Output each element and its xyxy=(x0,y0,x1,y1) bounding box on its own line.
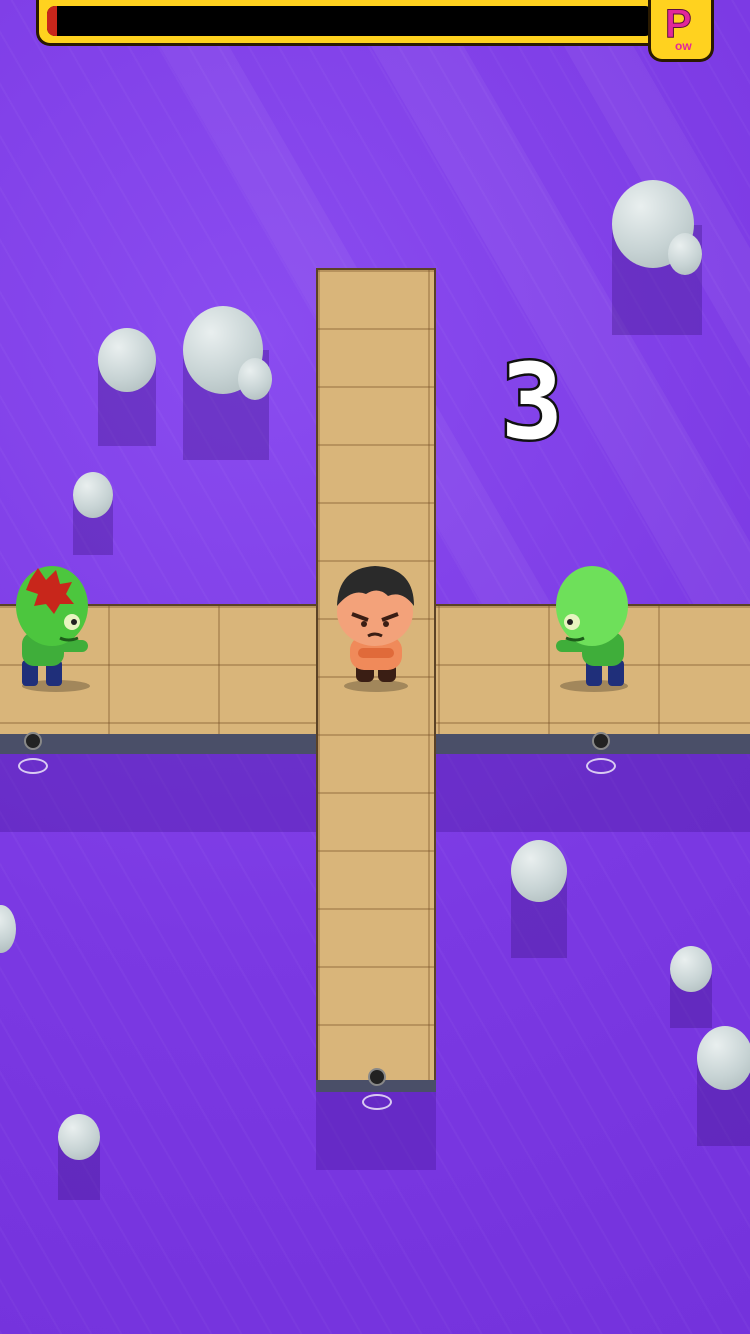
rock xyxy=(58,1114,100,1160)
player-character[interactable] xyxy=(328,562,422,694)
rock xyxy=(73,472,113,518)
pow-button[interactable]: P ow xyxy=(648,0,714,62)
post xyxy=(368,1068,386,1086)
post xyxy=(24,732,42,750)
game-scene[interactable]: 3 xyxy=(0,0,750,1334)
rock xyxy=(511,840,567,902)
water-ripple xyxy=(586,758,616,774)
rock xyxy=(670,946,712,992)
power-meter-track xyxy=(47,6,653,36)
pow-suffix: ow xyxy=(675,39,692,53)
water-ripple xyxy=(362,1094,392,1110)
zombie-right[interactable] xyxy=(550,560,640,694)
post xyxy=(592,732,610,750)
rock xyxy=(0,905,16,953)
pow-letter: P xyxy=(665,2,693,46)
rock xyxy=(98,328,156,392)
rock xyxy=(238,358,272,400)
zombie-left[interactable] xyxy=(8,560,98,694)
power-meter xyxy=(36,0,676,46)
rock xyxy=(668,233,702,275)
hud: P ow xyxy=(36,0,714,62)
countdown-number: 3 xyxy=(498,341,566,463)
rock xyxy=(697,1026,750,1090)
water-ripple xyxy=(18,758,48,774)
power-meter-fill xyxy=(47,6,57,36)
